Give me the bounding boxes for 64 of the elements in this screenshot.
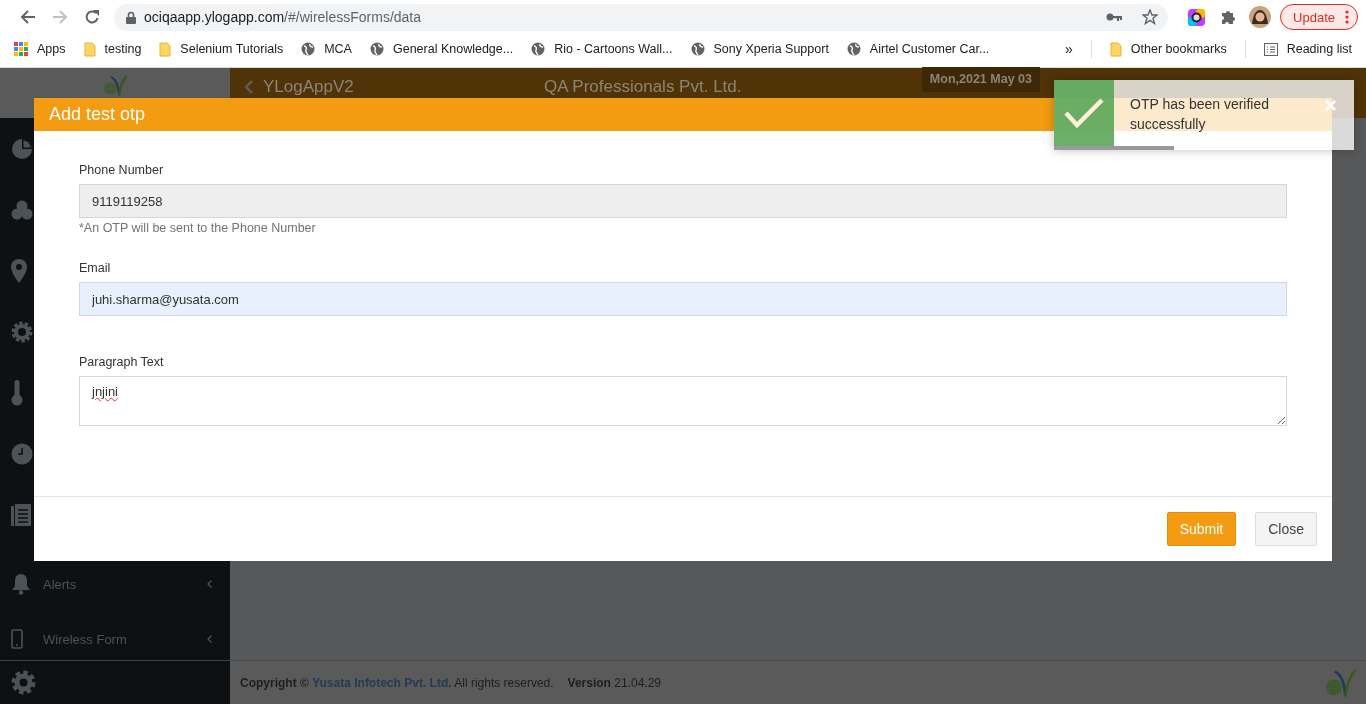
field-label: Email: [79, 261, 112, 275]
logo-icon: [1324, 667, 1356, 698]
folder-icon: [83, 41, 96, 57]
gear-icon[interactable]: [11, 320, 33, 343]
lock-icon: [126, 10, 136, 24]
bookmark[interactable]: testing: [83, 41, 142, 57]
text-area[interactable]: jnjini: [79, 376, 1287, 426]
close-button[interactable]: Close: [1255, 512, 1317, 546]
toast-message: OTP has been verified successfully: [1129, 95, 1271, 134]
ring-icon[interactable]: [1187, 8, 1205, 26]
star-icon[interactable]: [1142, 9, 1159, 25]
bookmark[interactable]: Selenium Tutorials: [159, 41, 284, 57]
folder-icon: [159, 41, 172, 57]
bell-icon: [11, 573, 31, 595]
address-bar[interactable]: ociqaapp.ylogapp.com/#/wirelessForms/data: [114, 3, 1169, 31]
forward-icon[interactable]: [52, 9, 68, 25]
reload-icon[interactable]: [84, 9, 100, 25]
bookmark[interactable]: Other bookmarks: [1109, 41, 1227, 57]
close-icon[interactable]: [1325, 100, 1336, 111]
modal-title: Add test otp: [49, 104, 146, 125]
logo-icon: [103, 74, 127, 97]
avatar-icon[interactable]: [1249, 6, 1272, 28]
circles-icon[interactable]: [11, 199, 33, 220]
company-name: QA Professionals Pvt. Ltd.: [544, 77, 742, 96]
settings-icon[interactable]: [10, 669, 37, 696]
field-label: Phone Number: [79, 163, 165, 177]
bookmark[interactable]: Sony Xperia Support: [690, 42, 829, 56]
list-icon: [1263, 42, 1278, 56]
chevron-icon: [207, 635, 212, 643]
thermometer-icon[interactable]: [11, 379, 23, 406]
bookmark[interactable]: Apps: [14, 42, 66, 56]
phone-icon: [11, 629, 23, 649]
apps-grid-icon: [14, 42, 28, 56]
bookmark[interactable]: MCA: [301, 42, 352, 56]
reading-list-button[interactable]: Reading list: [1263, 42, 1352, 56]
clock-icon[interactable]: [11, 442, 33, 465]
bookmark[interactable]: Airtel Customer Car...: [846, 42, 990, 56]
kebab-icon: [1345, 10, 1349, 24]
chevron-icon: [207, 580, 212, 588]
date-text: Mon,2021 May 03: [921, 67, 1040, 92]
app-name: YLogAppV2: [263, 77, 354, 96]
pie-chart-icon[interactable]: [11, 137, 33, 160]
key-icon[interactable]: [1106, 12, 1123, 22]
folder-icon: [1109, 41, 1122, 57]
readonly-field[interactable]: 9119119258: [79, 184, 1287, 218]
globe-icon: [531, 42, 546, 56]
update-button[interactable]: Update: [1280, 4, 1358, 30]
puzzle-icon[interactable]: [1220, 9, 1237, 25]
document-icon[interactable]: [11, 503, 31, 526]
field-hint: *An OTP will be sent to the Phone Number: [79, 221, 317, 235]
version-text: Version 21.04.29: [567, 675, 661, 690]
globe-icon: [846, 42, 861, 56]
bookmark[interactable]: Rio - Cartoons Wall...: [531, 42, 673, 56]
globe-icon: [369, 42, 384, 56]
overflow-chevron[interactable]: »: [1065, 41, 1073, 57]
back-icon[interactable]: [20, 9, 36, 25]
globe-icon: [301, 42, 316, 56]
input-field[interactable]: juhi.sharma@yusata.com: [79, 282, 1287, 316]
bookmark[interactable]: General Knowledge...: [369, 42, 514, 56]
field-label: Paragraph Text: [79, 355, 165, 369]
map-pin-icon[interactable]: [11, 258, 27, 283]
checkmark-icon: [1063, 97, 1105, 129]
back-chevron-icon[interactable]: [244, 79, 253, 94]
globe-icon: [690, 42, 705, 56]
